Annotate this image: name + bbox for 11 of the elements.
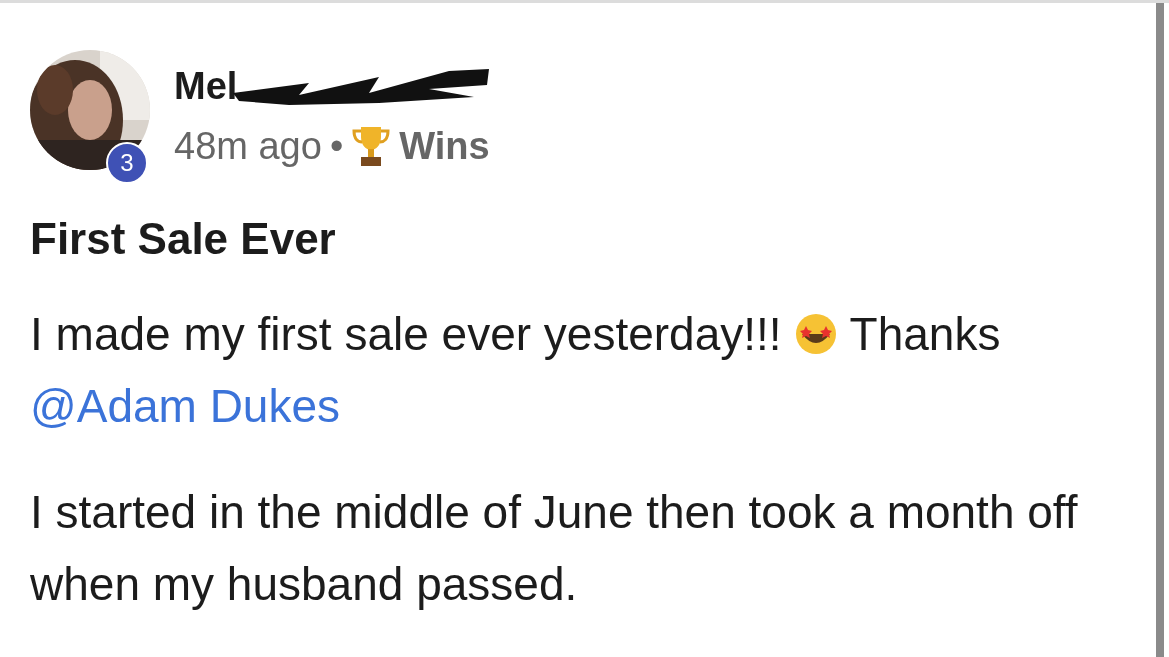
- post-title: First Sale Ever: [30, 214, 337, 264]
- scrollbar[interactable]: [1156, 3, 1164, 657]
- post-paragraph: I made my first sale ever yesterday!!! Thanks @Adam Dukes: [30, 307, 1002, 434]
- post-paragraph: I started in the middle of June then took a month off when my husband passed.: [30, 485, 1079, 612]
- separator-dot: •: [329, 124, 344, 168]
- post-time: 48m ago: [174, 124, 322, 168]
- mention-link[interactable]: @Adam Dukes: [30, 380, 341, 432]
- category-link[interactable]: Wins: [399, 124, 490, 168]
- level-badge: 3: [106, 142, 148, 184]
- author-name[interactable]: Mel: [174, 64, 238, 108]
- star-struck-emoji-icon: [793, 312, 838, 356]
